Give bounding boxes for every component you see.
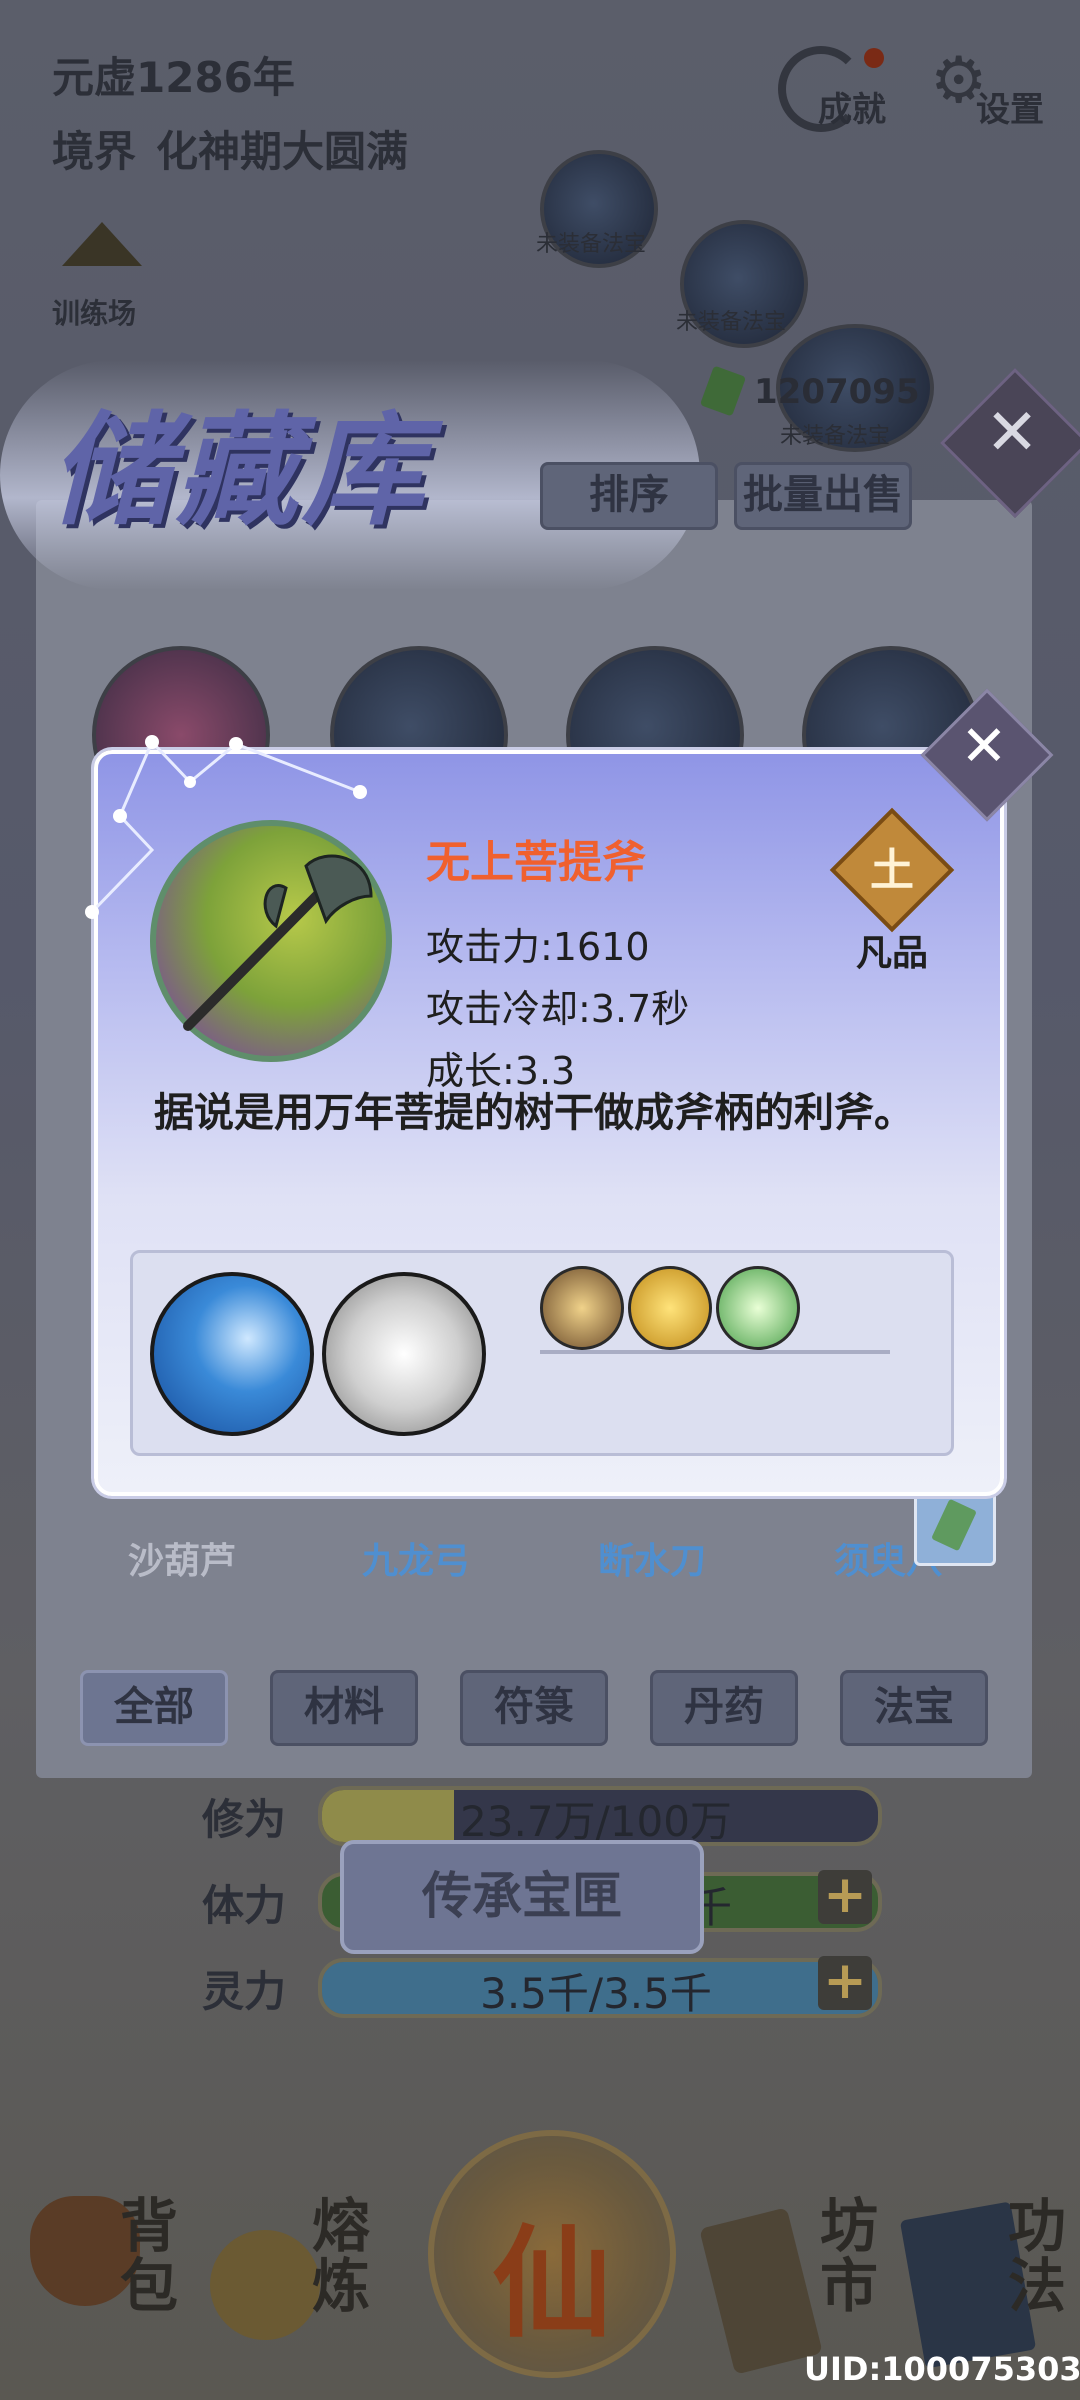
nav-center-label: 仙 [492, 2215, 612, 2354]
bulk-sell-button[interactable]: 批量出售 [734, 462, 912, 530]
item-grade: 凡品 [855, 933, 928, 974]
nav-smelt[interactable]: 熔炼 [206, 2196, 376, 2386]
buff-divider [540, 1350, 890, 1354]
storage-close-button[interactable]: ✕ [962, 396, 1062, 486]
nav-skills-label: 功法 [1008, 2192, 1067, 2320]
axe-icon [183, 854, 373, 1031]
tab-pills[interactable]: 丹药 [650, 1670, 798, 1746]
sort-button[interactable]: 排序 [540, 462, 718, 530]
achievement-label: 成就 [818, 90, 886, 130]
inheritance-chest-button[interactable]: 传承宝匣 [340, 1840, 704, 1954]
item-name-label: 沙葫芦 [127, 1541, 236, 1582]
grade-glyph: 土 [870, 845, 914, 896]
settings-label: 设置 [976, 90, 1044, 130]
leaf-buff-icon[interactable] [716, 1266, 800, 1350]
nav-center-cultivate[interactable]: 仙 [428, 2130, 676, 2378]
tab-treasures[interactable]: 法宝 [840, 1670, 988, 1746]
nav-bag[interactable]: 背包 [20, 2196, 190, 2386]
achievement-button[interactable]: 成就 [778, 40, 898, 132]
tab-talismans[interactable]: 符箓 [460, 1670, 608, 1746]
spirit-value: 3.5千/3.5千 [480, 1969, 712, 2018]
stamina-label: 体力 [202, 1881, 287, 1930]
item-name-label: 九龙弓 [361, 1541, 470, 1582]
stamina-add-button[interactable]: + [818, 1869, 872, 1924]
nav-bag-label: 背包 [120, 2192, 179, 2320]
settings-button[interactable]: ⚙ 设置 [930, 40, 1060, 130]
training-label: 训练场 [52, 297, 137, 330]
item-name-label: 断水刀 [597, 1541, 706, 1582]
uid-text: UID:1000753032 [804, 2350, 1080, 2388]
item-icon-frame [150, 820, 392, 1062]
tab-all[interactable]: 全部 [80, 1670, 228, 1746]
dialog-close-button[interactable]: ✕ [940, 714, 1028, 794]
item-name: 无上菩提斧 [426, 837, 646, 888]
thunder-buff-icon[interactable] [628, 1266, 712, 1350]
item-cooldown: 攻击冷却:3.7秒 [426, 987, 690, 1031]
treasure-slot-label: 未装备法宝 [780, 424, 891, 449]
tab-materials[interactable]: 材料 [270, 1670, 418, 1746]
year-text: 元虚1286年 [52, 53, 295, 102]
notification-dot [864, 48, 884, 68]
training-ground-button[interactable]: 训练场 [52, 222, 156, 332]
spirit-stone-count: 1207095 [754, 372, 920, 412]
spirit-add-button[interactable]: + [818, 1955, 872, 2010]
spirit-label: 灵力 [202, 1967, 287, 2016]
blade-skill-icon[interactable] [322, 1272, 486, 1436]
lightning-skill-icon[interactable] [150, 1272, 314, 1436]
realm-value: 化神期大圆满 [156, 127, 409, 176]
nav-market-label: 坊市 [820, 2192, 879, 2320]
sell-item-button[interactable] [914, 1488, 996, 1566]
sword-buff-icon[interactable] [540, 1266, 624, 1350]
straw-hat-icon [62, 222, 142, 266]
spirit-stone-icon [931, 1498, 977, 1552]
treasure-slot-label: 未装备法宝 [676, 310, 787, 335]
cultivation-label: 修为 [202, 1795, 287, 1844]
item-attack: 攻击力:1610 [426, 925, 650, 969]
treasure-slot-label: 未装备法宝 [536, 232, 647, 257]
nav-smelt-label: 熔炼 [312, 2192, 371, 2320]
item-description: 据说是用万年菩提的树干做成斧柄的利斧。 [154, 1090, 914, 1136]
storage-title: 储藏库 [50, 398, 428, 542]
realm-label: 境界 [52, 127, 137, 176]
